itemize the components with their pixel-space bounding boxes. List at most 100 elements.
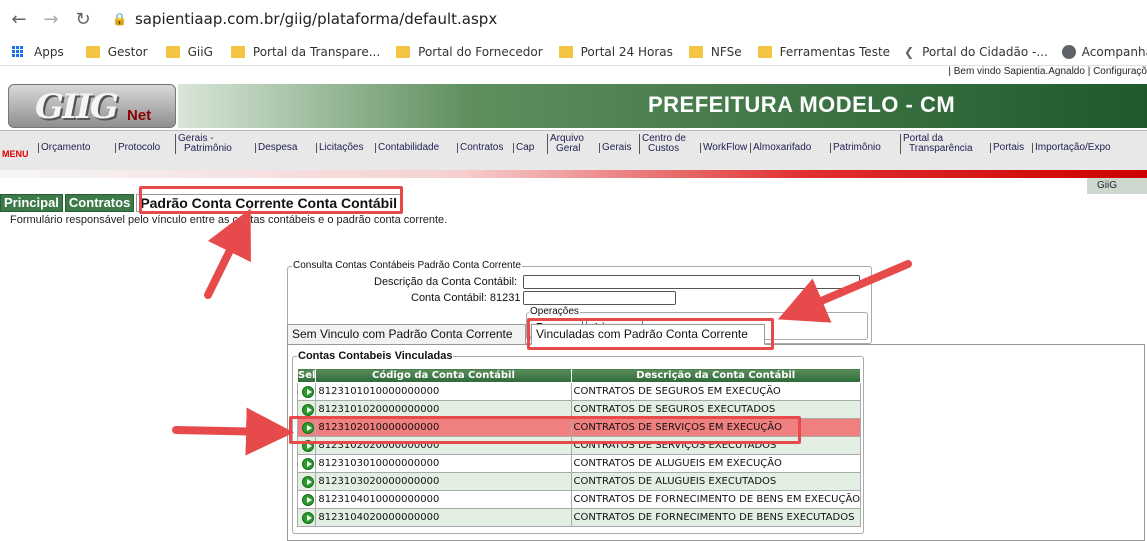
codigo-cell: 8123104020000000000 <box>315 508 572 527</box>
descricao-label: Descrição da Conta Contábil: <box>374 276 518 288</box>
table-row[interactable]: 8123104020000000000 CONTRATOS DE FORNECIM… <box>296 508 862 527</box>
menu-item[interactable]: Patrimônio <box>830 143 881 153</box>
menu-label: MENU <box>2 149 29 159</box>
logo-text: GIIG <box>35 87 119 127</box>
folder-icon <box>230 45 245 58</box>
menu-item-label-line2: Patrimônio <box>184 143 232 154</box>
select-arrow-icon[interactable] <box>301 493 314 506</box>
operacoes-legend: Operações <box>529 306 580 317</box>
table-row[interactable]: 8123103010000000000 CONTRATOS DE ALUGUEIS… <box>296 454 862 473</box>
codigo-cell: 8123103020000000000 <box>315 472 572 491</box>
select-cell[interactable] <box>296 454 317 473</box>
main-menu: MENU Orçamento Protocolo Gerais - Patrimôni… <box>0 130 1147 170</box>
menu-item[interactable]: Gerais <box>599 143 631 153</box>
table-row[interactable]: 8123101010000000000 CONTRATOS DE SEGUROS … <box>296 382 862 401</box>
arrow-to-page-tab <box>204 208 251 299</box>
menu-item-label: Contratos <box>460 142 504 153</box>
logo-suffix: Net <box>127 107 152 124</box>
bookmark-portal-24-horas[interactable]: Portal 24 Horas <box>558 45 673 59</box>
menu-item-label: Despesa <box>258 142 298 153</box>
table-row[interactable]: 8123104010000000000 CONTRATOS DE FORNECIM… <box>296 490 862 509</box>
bookmark-acompanhar[interactable]: Acompanhar req <box>1061 44 1147 59</box>
menu-item[interactable]: Centro de Custos <box>639 134 686 154</box>
folder-icon <box>757 45 772 58</box>
folder-icon <box>688 45 703 58</box>
select-cell[interactable] <box>296 508 317 527</box>
back-arrow-icon[interactable]: ← <box>8 8 30 30</box>
select-arrow-icon[interactable] <box>301 457 314 470</box>
menu-item[interactable]: Almoxarifado <box>750 143 811 153</box>
bookmarks-bar: Apps Gestor GiiG Portal da Transpare... … <box>0 38 1147 66</box>
select-arrow-icon[interactable] <box>301 385 314 398</box>
select-cell[interactable] <box>296 472 317 491</box>
menu-item[interactable]: Arquivo Geral <box>547 134 584 154</box>
table-header-row: Sel Código da Conta Contábil Descrição d… <box>296 368 862 383</box>
form-description: Formulário responsável pelo vínculo entr… <box>10 214 448 226</box>
descricao-cell: CONTRATOS DE FORNECIMENTO DE BENS EM EXE… <box>570 490 862 509</box>
menu-item-label: Protocolo <box>118 142 161 153</box>
codigo-cell: 8123103010000000000 <box>315 454 572 473</box>
bookmark-nfse[interactable]: NFSe <box>688 45 742 59</box>
menu-item-label-line2: Transparência <box>909 143 973 154</box>
corner-label: GiiG <box>1087 178 1147 194</box>
page-title: PREFEITURA MODELO - CM <box>648 92 956 117</box>
menu-item[interactable]: WorkFlow <box>700 143 747 153</box>
tab-contratos[interactable]: Contratos <box>64 194 135 212</box>
bookmark-ferramentas-teste[interactable]: Ferramentas Teste <box>757 45 890 59</box>
folder-icon <box>165 45 180 58</box>
menu-item[interactable]: Licitações <box>316 143 363 153</box>
bookmark-portal-transparencia[interactable]: Portal da Transpare... <box>230 45 380 59</box>
table-row[interactable]: 8123103020000000000 CONTRATOS DE ALUGUEIS… <box>296 472 862 491</box>
menu-item-label: Licitações <box>319 142 364 153</box>
select-arrow-icon[interactable] <box>301 475 314 488</box>
apps-grid-icon <box>12 45 26 58</box>
codigo-cell: 8123101010000000000 <box>315 382 572 401</box>
highlight-selected-row <box>289 416 801 444</box>
tab-principal[interactable]: Principal <box>0 194 63 212</box>
tab-sem-vinculo[interactable]: Sem Vinculo com Padrão Conta Corrente <box>287 324 526 345</box>
menu-item[interactable]: Despesa <box>255 143 297 153</box>
menu-item-label: Almoxarifado <box>753 142 812 153</box>
menu-item[interactable]: Importação/Expo <box>1032 143 1111 153</box>
menu-item-label: Orçamento <box>41 142 91 153</box>
contas-table: Sel Código da Conta Contábil Descrição d… <box>296 368 862 527</box>
bookmark-gestor[interactable]: Gestor <box>85 45 148 59</box>
highlight-page-tab <box>139 186 403 214</box>
menu-item[interactable]: Orçamento <box>38 143 90 153</box>
menu-item-label: WorkFlow <box>703 142 748 153</box>
col-descricao-header: Descrição da Conta Contábil <box>570 368 862 383</box>
app-header: | Bem vindo Sapientia.Agnaldo | Configur… <box>0 66 1147 130</box>
select-cell[interactable] <box>296 490 317 509</box>
giig-logo: GIIG Net <box>8 84 176 128</box>
forward-arrow-icon[interactable]: → <box>40 8 62 30</box>
menu-item-label: Patrimônio <box>833 142 881 153</box>
address-bar[interactable]: sapientiaap.com.br/giig/plataforma/defau… <box>135 10 497 28</box>
menu-item[interactable]: Contabilidade <box>375 143 439 153</box>
bookmark-portal-fornecedor[interactable]: Portal do Fornecedor <box>396 45 543 59</box>
folder-icon <box>85 45 100 58</box>
highlight-vinculadas-tab <box>527 318 774 350</box>
descricao-input[interactable] <box>523 275 860 289</box>
menu-item[interactable]: Contratos <box>457 143 503 153</box>
menu-item[interactable]: Protocolo <box>115 143 160 153</box>
bookmark-giig[interactable]: GiiG <box>165 45 213 59</box>
descricao-cell: CONTRATOS DE FORNECIMENTO DE BENS EXECUT… <box>570 508 862 527</box>
globe-icon <box>1061 44 1076 59</box>
codigo-cell: 8123104010000000000 <box>315 490 572 509</box>
reload-icon[interactable]: ↻ <box>72 8 94 30</box>
conta-contabil-input[interactable] <box>523 291 676 305</box>
bookmark-apps[interactable]: Apps <box>12 45 64 59</box>
menu-item[interactable]: Portais <box>990 143 1024 153</box>
select-arrow-icon[interactable] <box>301 403 314 416</box>
select-cell[interactable] <box>296 382 317 401</box>
conta-contabil-label: Conta Contábil: 81231 <box>411 292 521 304</box>
arrow-to-selected-row <box>172 407 294 456</box>
menu-item[interactable]: Portal da Transparência <box>900 134 973 154</box>
browser-toolbar: ← → ↻ 🔒 sapientiaap.com.br/giig/platafor… <box>0 0 1147 38</box>
lock-icon: 🔒 <box>112 12 127 26</box>
menu-item[interactable]: Gerais - Patrimônio <box>175 134 232 154</box>
descricao-cell: CONTRATOS DE SEGUROS EM EXECUÇÃO <box>570 382 862 401</box>
menu-item[interactable]: Cap <box>513 143 534 153</box>
select-arrow-icon[interactable] <box>301 511 314 524</box>
bookmark-portal-cidadao[interactable]: ❮ Portal do Cidadão -... <box>904 45 1048 59</box>
